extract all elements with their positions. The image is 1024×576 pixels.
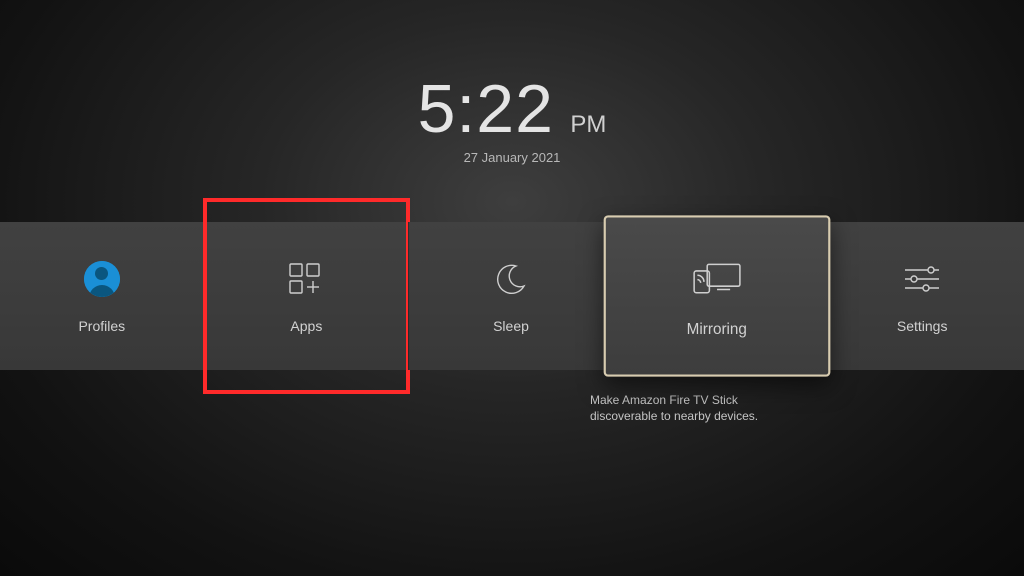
tile-label: Sleep [493, 318, 529, 334]
mirroring-icon [689, 255, 744, 301]
tile-label: Apps [290, 318, 322, 334]
apps-icon [287, 258, 325, 300]
tile-sleep[interactable]: Sleep [408, 222, 613, 370]
clock: 5:22 PM 27 January 2021 [0, 70, 1024, 165]
clock-meridiem: PM [570, 111, 606, 139]
tile-label: Settings [897, 318, 948, 334]
tile-settings[interactable]: Settings [820, 222, 1024, 370]
tile-mirroring[interactable]: Mirroring [603, 215, 829, 376]
clock-date: 27 January 2021 [0, 150, 1024, 165]
tile-label: Profiles [78, 318, 125, 334]
moon-icon [494, 258, 528, 300]
tile-profiles[interactable]: Profiles [0, 222, 204, 370]
sliders-icon [902, 258, 942, 300]
profile-icon [84, 258, 120, 300]
settings-row: Profiles Apps Sleep [0, 222, 1024, 370]
clock-time: 5:22 [418, 70, 554, 148]
tile-apps[interactable]: Apps [204, 222, 409, 370]
help-text-mirroring: Make Amazon Fire TV Stick discoverable t… [590, 392, 790, 424]
tile-label: Mirroring [686, 320, 746, 337]
